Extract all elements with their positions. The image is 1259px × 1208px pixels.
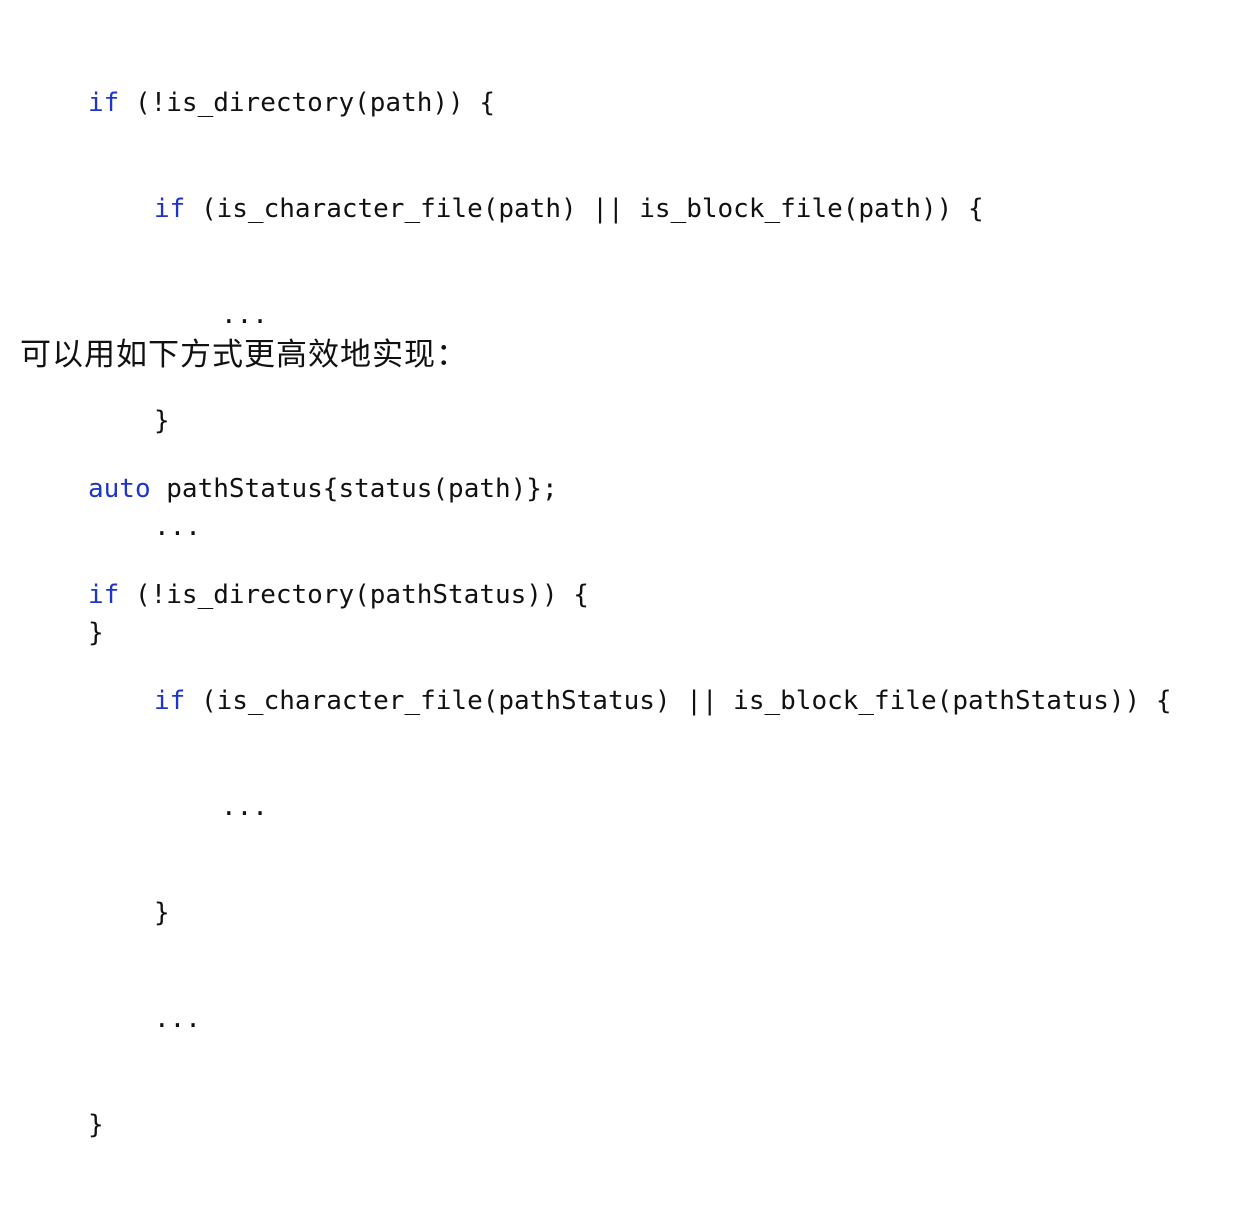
code-line: if (is_character_file(pathStatus) || is_… xyxy=(0,678,1171,724)
code-line: auto pathStatus{status(path)}; xyxy=(0,466,1171,512)
code-line: } xyxy=(154,898,170,928)
code-keyword: if xyxy=(154,194,186,224)
code-line: if (!is_directory(path)) { xyxy=(0,80,984,126)
code-line: if (is_character_file(path) || is_block_… xyxy=(0,186,984,232)
code-keyword: if xyxy=(88,88,120,118)
code-text: (!is_directory(pathStatus)) { xyxy=(119,580,589,610)
document-page: if (!is_directory(path)) { if (is_charac… xyxy=(0,0,1259,1140)
code-text: (is_character_file(path) || is_block_fil… xyxy=(185,194,984,224)
code-block-improved: auto pathStatus{status(path)}; if (!is_d… xyxy=(0,406,1171,1208)
code-keyword: if xyxy=(88,580,120,610)
code-line: ... xyxy=(221,792,268,822)
code-keyword: auto xyxy=(88,474,151,504)
code-line: } xyxy=(88,1110,104,1140)
code-text: (is_character_file(pathStatus) || is_blo… xyxy=(185,686,1172,716)
code-text: pathStatus{status(path)}; xyxy=(150,474,558,504)
code-line: ... xyxy=(154,1004,201,1034)
prose-paragraph: 可以用如下方式更高效地实现： xyxy=(20,337,468,373)
code-text: (!is_directory(path)) { xyxy=(119,88,495,118)
code-line: if (!is_directory(pathStatus)) { xyxy=(0,572,1171,618)
code-keyword: if xyxy=(154,686,186,716)
